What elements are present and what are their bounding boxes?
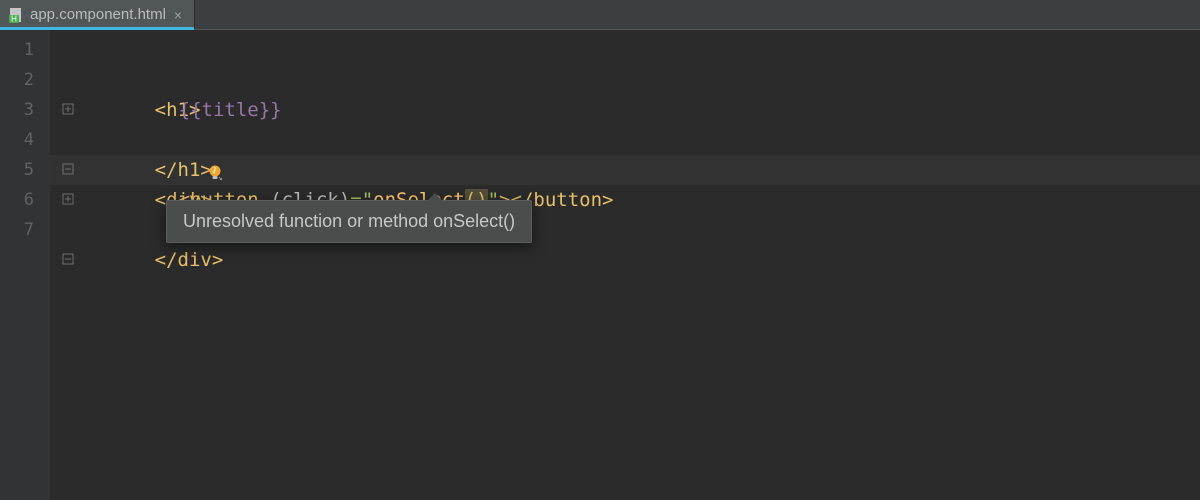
html-file-icon: H (8, 7, 24, 23)
token-angle: </ (155, 249, 178, 271)
line-number: 7 (0, 215, 50, 245)
svg-text:H: H (11, 14, 17, 23)
code-area[interactable]: <h1> {{title}} </h1> <div> (50, 30, 1200, 500)
fold-toggle-icon[interactable] (62, 193, 74, 205)
code-line: {{title}} (86, 65, 1200, 95)
tab-filename: app.component.html (30, 6, 166, 23)
code-line: <button (click)="onSelect()"></button> (86, 155, 1200, 185)
line-number: 2 (0, 65, 50, 95)
editor-tab[interactable]: H app.component.html × (0, 0, 195, 29)
code-line: <h1> (86, 35, 1200, 65)
token-tag: div (178, 249, 212, 271)
line-number-gutter: 1 2 3 4 5 6 7 (0, 30, 50, 500)
line-number: 4 (0, 125, 50, 155)
code-line: <div> (86, 125, 1200, 155)
fold-toggle-icon[interactable] (62, 103, 74, 115)
code-line: </h1> (86, 95, 1200, 125)
close-tab-button[interactable]: × (172, 7, 184, 23)
intention-bulb-icon[interactable] (114, 131, 132, 149)
fold-toggle-icon[interactable] (62, 133, 74, 145)
inspection-tooltip: Unresolved function or method onSelect() (166, 200, 532, 243)
line-number: 3 (0, 95, 50, 125)
tab-bar: H app.component.html × (0, 0, 1200, 30)
token-angle: > (212, 249, 223, 271)
line-number: 6 (0, 185, 50, 215)
line-number: 1 (0, 35, 50, 65)
line-number: 5 (0, 155, 50, 185)
fold-toggle-icon[interactable] (62, 43, 74, 55)
code-editor[interactable]: 1 2 3 4 5 6 7 <h1> {{title}} </h1> (0, 30, 1200, 500)
tooltip-text: Unresolved function or method onSelect() (183, 211, 515, 231)
